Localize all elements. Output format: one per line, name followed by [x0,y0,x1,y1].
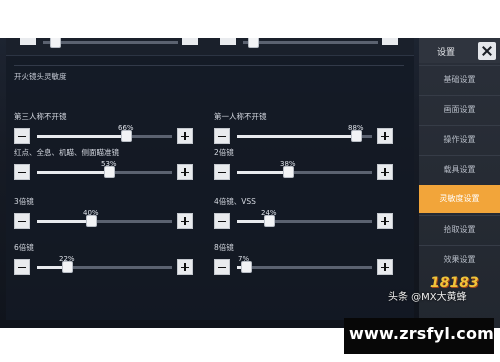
plus-icon-stem [184,132,186,140]
menu-item-label: 画面设置 [443,105,476,114]
slider-fill [237,135,356,138]
sensitivity-setting: 4倍镜、VSS 24% [214,196,394,246]
menu-header: 设置 [419,38,500,63]
sensitivity-setting: 8倍镜 7% [214,242,394,292]
decrease-button[interactable] [214,164,230,180]
increase-button[interactable] [377,213,393,229]
minus-icon [218,220,226,223]
menu-item-label: 操作设置 [443,135,476,144]
slider-thumb[interactable] [86,215,97,227]
partial-slider-track[interactable] [43,38,178,48]
increase-button[interactable] [177,259,193,275]
increase-button[interactable] [177,128,193,144]
partial-plus-button[interactable] [182,38,198,45]
slider-track[interactable] [237,166,372,178]
plus-icon-stem [384,217,386,225]
slider-fill [37,135,126,138]
slider-track[interactable] [37,261,172,273]
minus-icon [218,171,226,174]
minus-icon [18,266,26,269]
slider-thumb[interactable] [283,166,294,178]
minus-icon [218,266,226,269]
slider-thumb[interactable] [351,130,362,142]
minus-icon [218,135,226,138]
plus-icon-stem [184,263,186,271]
plus-icon-stem [184,168,186,176]
increase-button[interactable] [377,164,393,180]
game-settings-screen: 开火镜头灵敏度 第三人称不开镜 66% 第一人称不开镜 88% 红点、全息、机瞄… [0,38,500,328]
menu-item[interactable]: 基础设置 [419,65,500,93]
section-divider [14,65,404,66]
setting-label: 8倍镜 [214,243,234,252]
menu-item[interactable]: 拾取设置 [419,215,500,243]
setting-label: 2倍镜 [214,148,234,157]
url-watermark: www.zrsfyl.com [349,324,495,343]
partial-slider-track[interactable] [243,38,378,48]
setting-label: 第一人称不开镜 [214,112,267,121]
slider-thumb[interactable] [121,130,132,142]
slider-fill [37,220,91,223]
slider-track[interactable] [237,130,372,142]
partial-minus-button[interactable] [220,38,236,45]
partial-slider-thumb[interactable] [50,38,61,48]
menu-item[interactable]: 灵敏度设置 [419,185,500,213]
screenshot: 开火镜头灵敏度 第三人称不开镜 66% 第一人称不开镜 88% 红点、全息、机瞄… [0,0,500,362]
slider-track[interactable] [37,215,172,227]
setting-label: 3倍镜 [14,197,34,206]
close-icon[interactable] [478,42,496,60]
sensitivity-setting: 3倍镜 40% [14,196,194,246]
sensitivity-setting: 2倍镜 38% [214,147,394,197]
decrease-button[interactable] [14,259,30,275]
menu-item[interactable]: 载具设置 [419,155,500,183]
menu-item[interactable]: 画面设置 [419,95,500,123]
partial-minus-button[interactable] [20,38,36,45]
setting-label: 6倍镜 [14,243,34,252]
slider-fill [37,171,109,174]
previous-section-strip [6,38,414,56]
menu-title: 设置 [437,48,456,58]
menu-item-label: 灵敏度设置 [439,194,480,203]
partial-plus-button[interactable] [382,38,398,45]
plus-icon-stem [384,263,386,271]
increase-button[interactable] [177,164,193,180]
plus-icon-stem [384,132,386,140]
slider-thumb[interactable] [62,261,73,273]
plus-icon-stem [384,168,386,176]
partial-slider-thumb[interactable] [248,38,259,48]
setting-label: 第三人称不开镜 [14,112,67,121]
sensitivity-setting: 6倍镜 22% [14,242,194,292]
decrease-button[interactable] [14,128,30,144]
slider-fill [237,171,288,174]
decrease-button[interactable] [14,164,30,180]
decrease-button[interactable] [214,213,230,229]
menu-item[interactable]: 效果设置 [419,245,500,273]
decrease-button[interactable] [14,213,30,229]
slider-track[interactable] [37,130,172,142]
menu-item[interactable]: 操作设置 [419,125,500,153]
minus-icon [18,220,26,223]
setting-label: 4倍镜、VSS [214,197,256,206]
minus-icon [18,135,26,138]
decrease-button[interactable] [214,259,230,275]
increase-button[interactable] [377,259,393,275]
menu-item-label: 效果设置 [443,255,476,264]
slider-thumb[interactable] [104,166,115,178]
decrease-button[interactable] [214,128,230,144]
menu-item-label: 载具设置 [443,165,476,174]
minus-icon [18,171,26,174]
menu-item-label: 拾取设置 [443,225,476,234]
slider-thumb[interactable] [264,215,275,227]
slider-track[interactable] [237,215,372,227]
slider-track[interactable] [237,261,372,273]
slider-thumb[interactable] [241,261,252,273]
increase-button[interactable] [177,213,193,229]
author-watermark: 头条 @MX大黄蜂 [388,292,467,303]
sensitivity-setting: 红点、全息、机瞄、侧面瞄准镜 53% [14,147,194,197]
slider-track[interactable] [37,166,172,178]
increase-button[interactable] [377,128,393,144]
plus-icon-stem [184,217,186,225]
section-title: 开火镜头灵敏度 [14,72,67,81]
menu-item-label: 基础设置 [443,75,476,84]
setting-label: 红点、全息、机瞄、侧面瞄准镜 [14,148,119,157]
